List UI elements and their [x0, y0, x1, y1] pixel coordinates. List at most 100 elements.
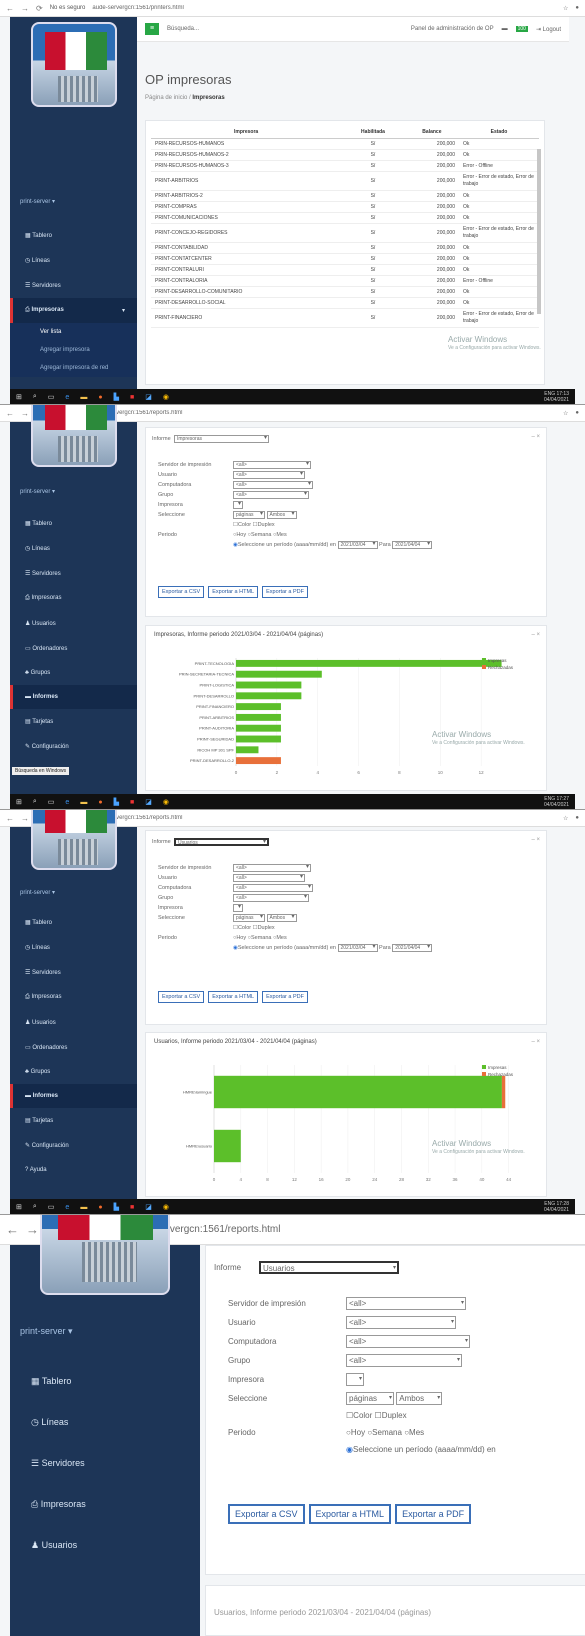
explorer-icon[interactable]: ▬ [80, 394, 87, 401]
sidebar-item-lineas[interactable]: ◷ Líneas [10, 536, 137, 561]
star-icon[interactable]: ☆ [563, 410, 568, 417]
back-icon[interactable]: ← [6, 814, 14, 823]
chrome-icon[interactable]: ◉ [163, 393, 169, 401]
address-bar[interactable]: aude-servergcn:1561/reports.html [92, 815, 556, 821]
app3-icon[interactable]: ◪ [145, 393, 152, 401]
table-row[interactable]: PRINT-CONTRALURI Sí 200,000 Ok [151, 264, 539, 276]
search-input[interactable]: Búsqueda... [167, 26, 199, 32]
table-row[interactable]: PRINT-ARBITRIOS Sí 200,000 Error - Error de… [151, 171, 539, 191]
logout-button[interactable]: ⇥ Logout [536, 26, 561, 33]
search-icon[interactable]: ⌕ [33, 393, 37, 401]
sidebar-item-tablero[interactable]: ▦ Tablero [10, 910, 137, 935]
computer-select[interactable]: <all> [233, 481, 313, 489]
search-icon[interactable]: ⌕ [33, 1203, 37, 1211]
task-view-icon[interactable]: ▭ [48, 1203, 55, 1211]
date-to-input[interactable]: 2021/04/04 [392, 541, 433, 549]
sidebar-item-servidores[interactable]: ☰ Servidores [10, 960, 137, 985]
export-csv-button[interactable]: Exportar a CSV [228, 1504, 305, 1524]
table-row[interactable]: PRINT-ARBITRIOS-2 Sí 200,000 Ok [151, 190, 539, 202]
unit-select[interactable]: páginas [233, 511, 265, 519]
firefox-icon[interactable]: ● [98, 799, 102, 806]
profile-icon[interactable]: ● [575, 815, 579, 821]
back-icon[interactable]: ← [6, 1222, 19, 1237]
chrome-icon[interactable]: ◉ [163, 1203, 169, 1211]
sidebar-sub-ver-lista[interactable]: Ver lista [10, 323, 137, 341]
profile-icon[interactable]: ● [575, 5, 579, 11]
column-header[interactable]: Estado [459, 126, 539, 139]
print-server-select[interactable]: <all> [233, 461, 311, 469]
forward-icon[interactable]: → [21, 409, 29, 418]
sidebar-item-tablero[interactable]: ▦ Tablero [10, 223, 137, 248]
star-icon[interactable]: ☆ [563, 5, 568, 12]
windows-start-icon[interactable]: ⊞ [16, 1203, 22, 1211]
unit-select[interactable]: páginas [346, 1392, 394, 1405]
sidebar-sub-agregar-red[interactable]: Agregar impresora de red [10, 359, 137, 377]
range-radio[interactable]: ◉ [346, 1445, 353, 1454]
sidebar-item-configuracion[interactable]: ✎ Configuración [10, 1133, 137, 1158]
table-row[interactable]: PRINT-DESARROLLO-SOCIAL Sí 200,000 Ok [151, 297, 539, 309]
printer-select[interactable] [346, 1373, 364, 1386]
group-select[interactable]: <all> [233, 894, 309, 902]
forward-icon[interactable]: → [21, 4, 29, 13]
forward-icon[interactable]: → [21, 814, 29, 823]
sidebar-item-impresoras[interactable]: ⎙ Impresoras [10, 1484, 200, 1525]
table-row[interactable]: PRINT-DESARROLLO-COMUNITARIO Sí 200,000 Ok [151, 286, 539, 298]
unit-select[interactable]: páginas [233, 914, 265, 922]
sidebar-item-tarjetas[interactable]: ▤ Tarjetas [10, 1108, 137, 1133]
sidebar-item-grupos[interactable]: ♣ Grupos [10, 1060, 137, 1084]
admin-panel-link[interactable]: Panel de administración de OP [411, 26, 494, 32]
export-csv-button[interactable]: Exportar a CSV [158, 586, 205, 598]
duplex-checkbox[interactable]: ☐ [375, 1411, 382, 1420]
mode-select[interactable]: Ambos [266, 511, 297, 519]
back-icon[interactable]: ← [6, 409, 14, 418]
printer-select[interactable] [233, 904, 243, 912]
sidebar-item-impresoras[interactable]: ⎙ Impresoras [10, 586, 137, 611]
firefox-icon[interactable]: ● [98, 394, 102, 401]
print-server-select[interactable]: <all> [233, 864, 311, 872]
search-icon[interactable]: ⌕ [33, 798, 37, 806]
computer-select[interactable]: <all> [346, 1335, 470, 1348]
user-menu[interactable]: print-server ▾ [10, 1320, 200, 1343]
column-header[interactable]: Balance [404, 126, 459, 139]
sidebar-item-usuarios[interactable]: ♟ Usuarios [10, 1010, 137, 1035]
profile-icon[interactable]: ● [575, 410, 579, 416]
edge-icon[interactable]: e [65, 799, 69, 806]
group-select[interactable]: <all> [346, 1354, 462, 1367]
sidebar-item-usuarios[interactable]: ♟ Usuarios [10, 611, 137, 636]
sidebar-item-ayuda[interactable]: ? Ayuda [10, 1158, 137, 1182]
sidebar-item-impresoras[interactable]: ⎙ Impresoras [10, 985, 137, 1010]
table-row[interactable]: PRINT-CONTATCENTER Sí 200,000 Ok [151, 253, 539, 265]
card-tools[interactable]: – × [531, 434, 540, 440]
card-tools[interactable]: – × [531, 632, 540, 638]
edge-icon[interactable]: e [65, 1204, 69, 1211]
table-row[interactable]: PRIN-RECURSOS-HUMANOS-3 Sí 200,000 Error - … [151, 160, 539, 172]
sidebar-item-tablero[interactable]: ▦ Tablero [10, 511, 137, 536]
sidebar-item-lineas[interactable]: ◷ Líneas [10, 248, 137, 273]
color-checkbox[interactable]: ☐ [346, 1411, 353, 1420]
task-view-icon[interactable]: ▭ [48, 798, 55, 806]
app3-icon[interactable]: ◪ [145, 798, 152, 806]
table-row[interactable]: PRIN-RECURSOS-HUMANOS-2 Sí 200,000 Ok [151, 149, 539, 161]
firefox-icon[interactable]: ● [98, 1204, 102, 1211]
export-html-button[interactable]: Exportar a HTML [208, 586, 259, 598]
column-header[interactable]: Impresora [151, 126, 342, 139]
table-row[interactable]: PRINT-COMUNICACIONES Sí 200,000 Ok [151, 212, 539, 224]
menu-toggle-button[interactable]: ≡ [145, 23, 159, 35]
informe-select[interactable]: Usuarios [259, 1260, 399, 1274]
card-tools[interactable]: – × [531, 1039, 540, 1045]
table-row[interactable]: PRINT-CONCEJO-REGIDORES Sí 200,000 Error - … [151, 223, 539, 243]
export-html-button[interactable]: Exportar a HTML [308, 1504, 392, 1524]
table-scrollbar[interactable] [537, 149, 541, 314]
sidebar-item-servidores[interactable]: ☰ Servidores [10, 561, 137, 586]
user-menu[interactable]: print-server ▾ [10, 192, 137, 211]
sidebar-item-informes[interactable]: ▬ Informes [10, 685, 137, 709]
app-icon[interactable]: ▙ [114, 798, 119, 806]
user-select[interactable]: <all> [346, 1316, 456, 1329]
windows-start-icon[interactable]: ⊞ [16, 798, 22, 806]
sidebar-item-configuracion[interactable]: ✎ Configuración [10, 734, 137, 759]
export-pdf-button[interactable]: Exportar a PDF [262, 991, 308, 1003]
print-server-select[interactable]: <all> [346, 1297, 466, 1310]
sidebar-item-tarjetas[interactable]: ▤ Tarjetas [10, 709, 137, 734]
app2-icon[interactable]: ■ [130, 1204, 134, 1211]
forward-icon[interactable]: → [26, 1222, 39, 1237]
